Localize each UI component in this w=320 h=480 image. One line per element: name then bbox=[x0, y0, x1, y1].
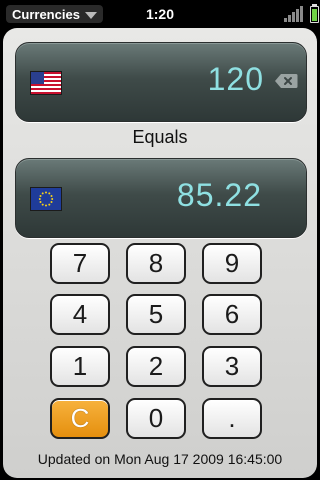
status-bar: Currencies 1:20 bbox=[0, 0, 320, 28]
backspace-icon[interactable] bbox=[274, 73, 298, 89]
from-amount: 120 bbox=[207, 61, 264, 97]
battery-icon bbox=[310, 4, 319, 23]
signal-strength-icon bbox=[284, 6, 306, 22]
clear-button[interactable]: C bbox=[50, 398, 110, 439]
converter-panel: 120 Equals 85.22 7 8 9 4 5 6 1 2 3 C 0 .… bbox=[3, 28, 317, 478]
eu-flag-icon[interactable] bbox=[30, 187, 62, 211]
clock: 1:20 bbox=[145, 6, 175, 22]
last-updated-text: Updated on Mon Aug 17 2009 16:45:00 bbox=[37, 451, 283, 467]
to-amount: 85.22 bbox=[176, 177, 262, 213]
from-currency-display[interactable]: 120 bbox=[15, 42, 307, 122]
key-1[interactable]: 1 bbox=[50, 346, 110, 387]
key-decimal[interactable]: . bbox=[202, 398, 262, 439]
key-2[interactable]: 2 bbox=[126, 346, 186, 387]
us-flag-icon[interactable] bbox=[30, 71, 62, 95]
key-7[interactable]: 7 bbox=[50, 243, 110, 284]
key-4[interactable]: 4 bbox=[50, 294, 110, 335]
equals-label: Equals bbox=[132, 127, 188, 147]
key-8[interactable]: 8 bbox=[126, 243, 186, 284]
key-6[interactable]: 6 bbox=[202, 294, 262, 335]
key-0[interactable]: 0 bbox=[126, 398, 186, 439]
key-3[interactable]: 3 bbox=[202, 346, 262, 387]
to-currency-display[interactable]: 85.22 bbox=[15, 158, 307, 238]
key-5[interactable]: 5 bbox=[126, 294, 186, 335]
key-9[interactable]: 9 bbox=[202, 243, 262, 284]
